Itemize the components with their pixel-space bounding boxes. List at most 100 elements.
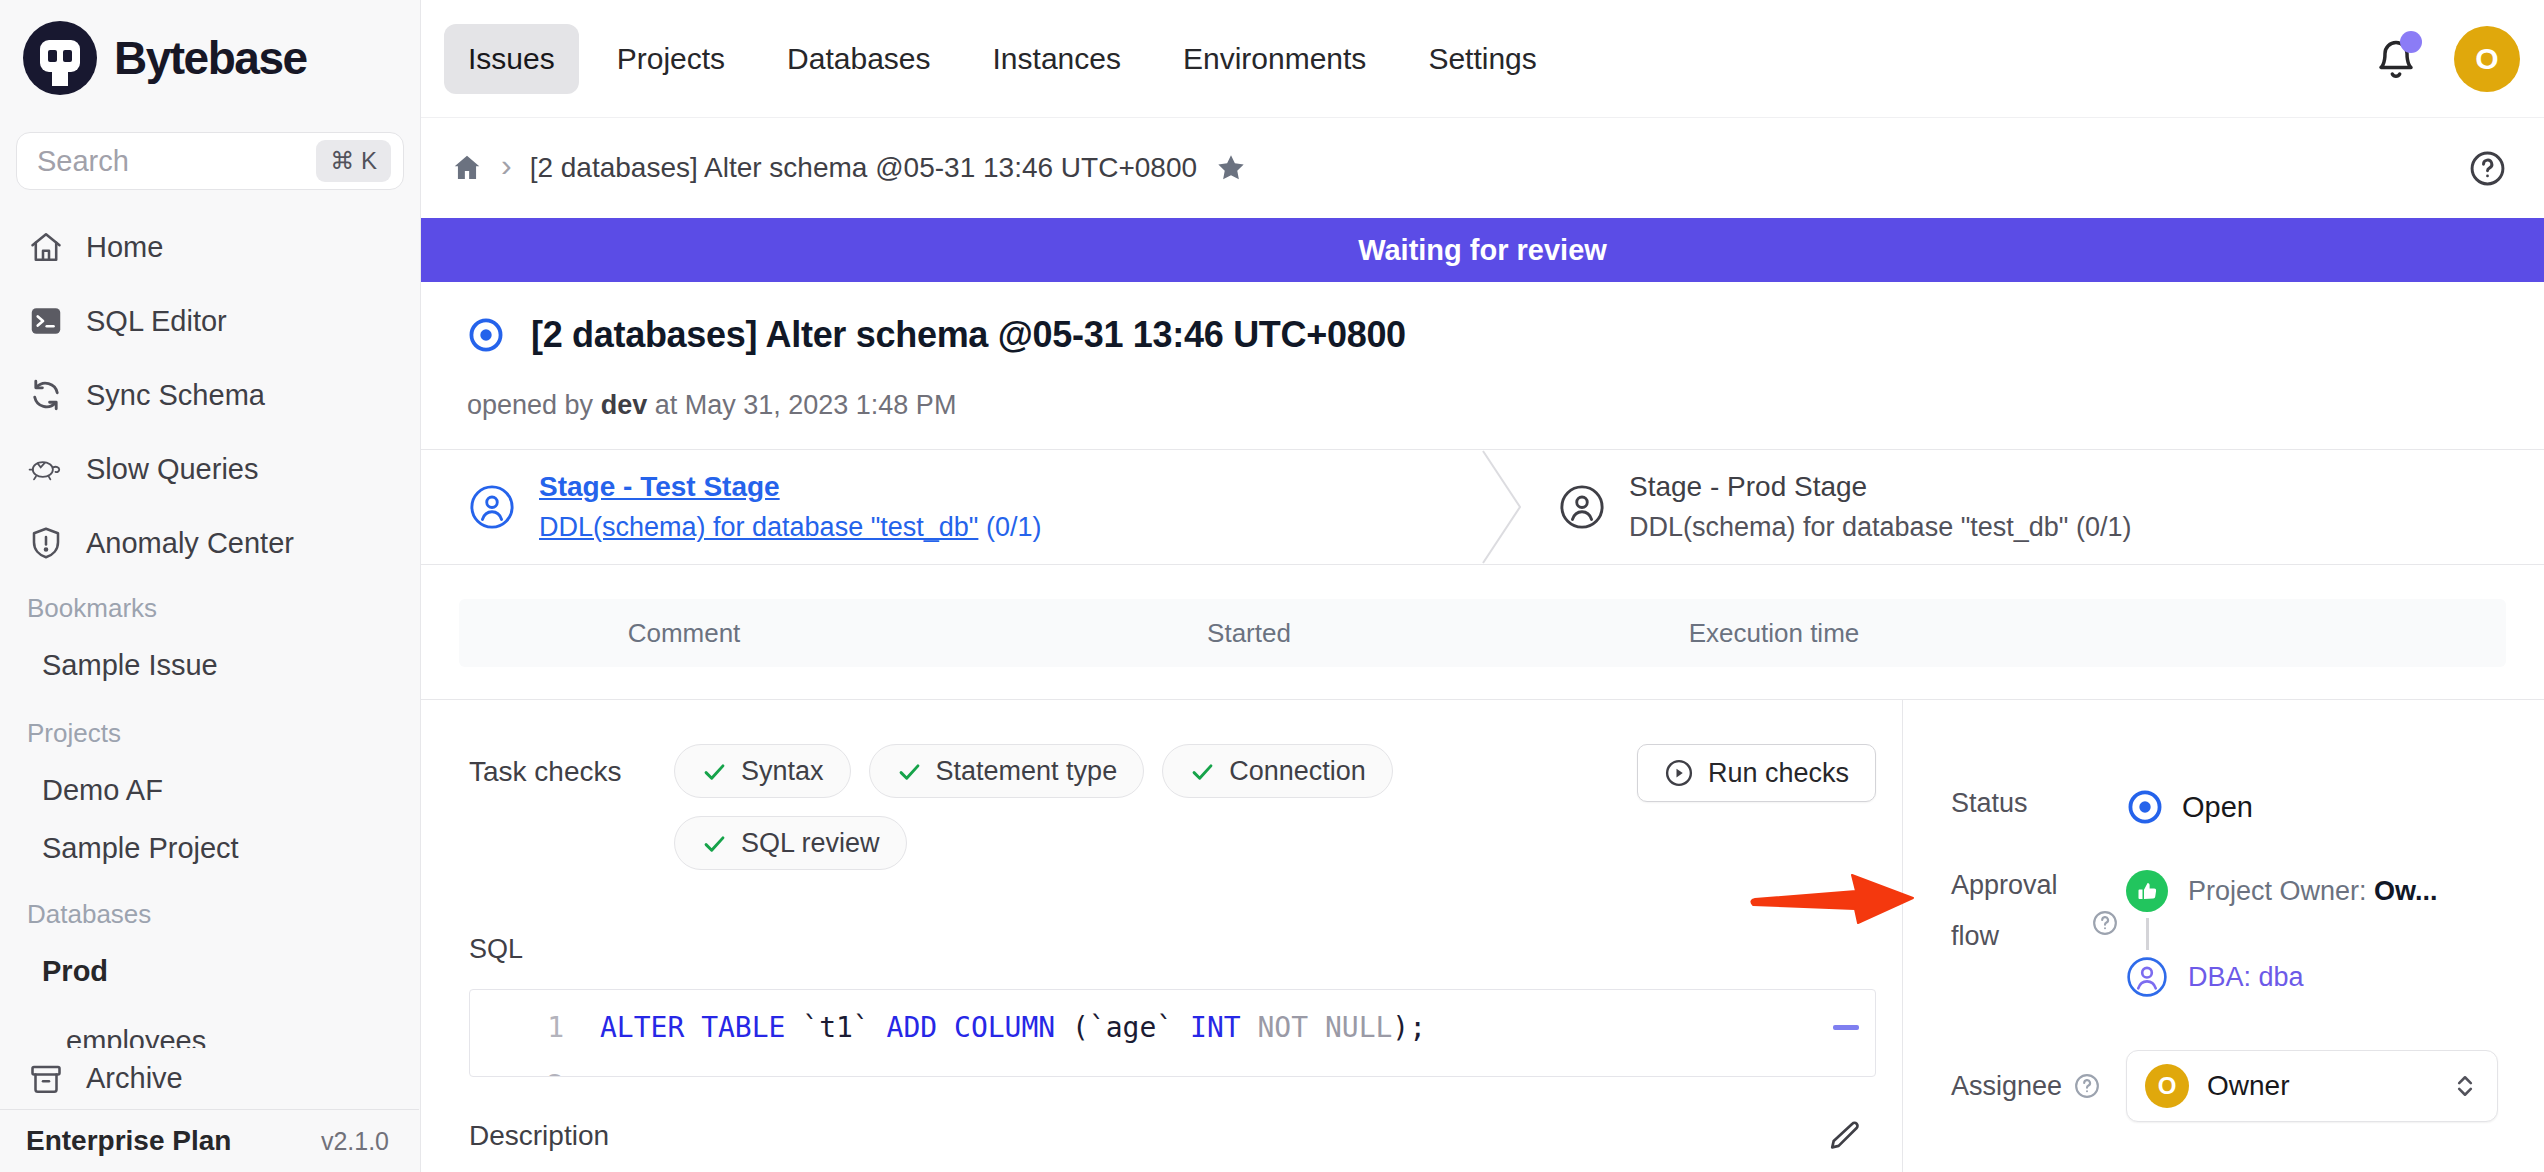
check-icon xyxy=(1189,758,1216,785)
approval-label-line2: flow xyxy=(1951,921,2086,952)
run-checks-button[interactable]: Run checks xyxy=(1637,744,1876,802)
task-detail: Task checks Syntax Statement type Connec… xyxy=(421,700,1902,1172)
sidebar-section-bookmarks: Bookmarks xyxy=(0,580,420,636)
approver-name: Ow... xyxy=(2374,876,2438,906)
stage-task-text[interactable]: DDL(schema) for database "test_db" xyxy=(539,512,978,542)
shield-icon xyxy=(28,525,64,561)
edit-pencil-icon[interactable] xyxy=(1828,1119,1862,1153)
check-label: SQL review xyxy=(741,828,880,859)
breadcrumb: › [2 databases] Alter schema @05-31 13:4… xyxy=(421,118,2544,218)
plan-label[interactable]: Enterprise Plan xyxy=(26,1125,231,1157)
sidebar-item-sample-issue[interactable]: Sample Issue xyxy=(0,636,420,694)
issue-header: [2 databases] Alter schema @05-31 13:46 … xyxy=(421,282,2544,421)
line-number: 2 xyxy=(470,1069,600,1078)
dba-approver[interactable]: DBA: dba xyxy=(2188,962,2304,993)
stage-title-link[interactable]: Stage - Test Stage xyxy=(539,471,1041,503)
sql-label: SQL xyxy=(469,934,1876,965)
sidebar: Bytebase Search ⌘ K Home SQL Editor Sync… xyxy=(0,0,421,1172)
stage-test[interactable]: Stage - Test Stage DDL(schema) for datab… xyxy=(421,471,1481,543)
issue-title: [2 databases] Alter schema @05-31 13:46 … xyxy=(531,314,1406,356)
assignee-dropdown[interactable]: O Owner xyxy=(2126,1050,2498,1122)
help-button[interactable] xyxy=(2469,150,2506,187)
dba-person-icon xyxy=(2126,956,2168,998)
home-breadcrumb-icon[interactable] xyxy=(451,152,483,184)
approved-icon xyxy=(2126,870,2168,912)
sidebar-section-databases: Databases xyxy=(0,886,420,942)
notifications-button[interactable] xyxy=(2374,37,2418,81)
tab-environments[interactable]: Environments xyxy=(1159,24,1390,94)
sidebar-item-label: Sync Schema xyxy=(86,379,265,412)
column-started: Started xyxy=(909,618,1589,649)
sidebar-item-prod[interactable]: Prod xyxy=(0,942,420,1000)
assignee-avatar: O xyxy=(2145,1064,2189,1108)
approval-flow-row: Approval flow Project Owner: Ow... xyxy=(1951,870,2514,998)
status-label: Status xyxy=(1951,788,2126,826)
play-circle-icon xyxy=(1664,758,1694,788)
breadcrumb-current[interactable]: [2 databases] Alter schema @05-31 13:46 … xyxy=(530,152,1197,184)
tab-instances[interactable]: Instances xyxy=(969,24,1145,94)
description-label: Description xyxy=(469,1120,609,1152)
tab-settings[interactable]: Settings xyxy=(1404,24,1560,94)
notification-dot xyxy=(2400,31,2422,53)
stage-person-icon xyxy=(1559,484,1605,530)
sql-token: ADD COLUMN xyxy=(887,1011,1072,1044)
status-value: Open xyxy=(2182,791,2253,824)
tab-databases[interactable]: Databases xyxy=(763,24,954,94)
sidebar-item-sync-schema[interactable]: Sync Schema xyxy=(0,358,420,432)
top-nav: Issues Projects Databases Instances Envi… xyxy=(421,0,2544,118)
issue-open-icon xyxy=(467,316,505,354)
task-table-header: Comment Started Execution time xyxy=(459,599,2506,667)
status-banner: Waiting for review xyxy=(421,218,2544,282)
stage-pipeline: Stage - Test Stage DDL(schema) for datab… xyxy=(421,449,2544,565)
check-connection[interactable]: Connection xyxy=(1162,744,1393,798)
sidebar-item-slow-queries[interactable]: Slow Queries xyxy=(0,432,420,506)
terminal-icon xyxy=(28,303,64,339)
search-placeholder: Search xyxy=(37,145,129,178)
check-statement-type[interactable]: Statement type xyxy=(869,744,1145,798)
logo-text: Bytebase xyxy=(114,31,307,85)
stage-task: DDL(schema) for database "test_db" (0/1) xyxy=(1629,512,2131,543)
version-label: v2.1.0 xyxy=(321,1127,389,1156)
assignee-row: Assignee O Owner xyxy=(1951,1050,2514,1122)
sidebar-item-anomaly-center[interactable]: Anomaly Center xyxy=(0,506,420,580)
approver-role: Project Owner: Ow... xyxy=(2188,876,2438,907)
tab-projects[interactable]: Projects xyxy=(593,24,749,94)
sql-editor[interactable]: 1 ALTER TABLE `t1` ADD COLUMN (`age` INT… xyxy=(469,989,1876,1077)
stage-task-link[interactable]: DDL(schema) for database "test_db" (0/1) xyxy=(539,512,1041,543)
check-syntax[interactable]: Syntax xyxy=(674,744,851,798)
approval-step-dba: DBA: dba xyxy=(2126,956,2438,998)
assignee-label-text: Assignee xyxy=(1951,1071,2062,1102)
assignee-help-icon[interactable] xyxy=(2074,1073,2100,1099)
avatar[interactable]: O xyxy=(2454,26,2520,92)
issue-author: dev xyxy=(601,390,648,420)
tab-issues[interactable]: Issues xyxy=(444,24,579,94)
stage-person-icon xyxy=(469,484,515,530)
sidebar-item-sample-project[interactable]: Sample Project xyxy=(0,819,420,877)
column-execution-time: Execution time xyxy=(1589,618,1959,649)
archive-icon xyxy=(28,1061,64,1097)
search-input[interactable]: Search ⌘ K xyxy=(16,132,404,190)
sidebar-item-sql-editor[interactable]: SQL Editor xyxy=(0,284,420,358)
check-sql-review[interactable]: SQL review xyxy=(674,816,907,870)
star-icon[interactable] xyxy=(1215,152,1247,184)
check-icon xyxy=(701,830,728,857)
check-label: Connection xyxy=(1229,756,1366,787)
sidebar-item-demo-af[interactable]: Demo AF xyxy=(0,761,420,819)
check-label: Syntax xyxy=(741,756,824,787)
logo[interactable]: Bytebase xyxy=(0,0,420,96)
opened-prefix: opened by xyxy=(467,390,593,420)
home-icon xyxy=(28,229,64,265)
approval-help-icon[interactable] xyxy=(2092,910,2118,936)
run-checks-label: Run checks xyxy=(1708,758,1849,789)
sidebar-item-home[interactable]: Home xyxy=(0,210,420,284)
sql-token: NOT NULL xyxy=(1257,1011,1392,1044)
sync-icon xyxy=(28,377,64,413)
turtle-icon xyxy=(28,451,64,487)
stage-prod[interactable]: Stage - Prod Stage DDL(schema) for datab… xyxy=(1523,471,2131,543)
main-area: Issues Projects Databases Instances Envi… xyxy=(421,0,2544,1172)
task-checks-label: Task checks xyxy=(469,744,674,788)
sidebar-item-archive[interactable]: Archive xyxy=(0,1048,419,1109)
sidebar-item-label: SQL Editor xyxy=(86,305,227,338)
sidebar-section-projects: Projects xyxy=(0,705,420,761)
sidebar-item-label: Anomaly Center xyxy=(86,527,294,560)
